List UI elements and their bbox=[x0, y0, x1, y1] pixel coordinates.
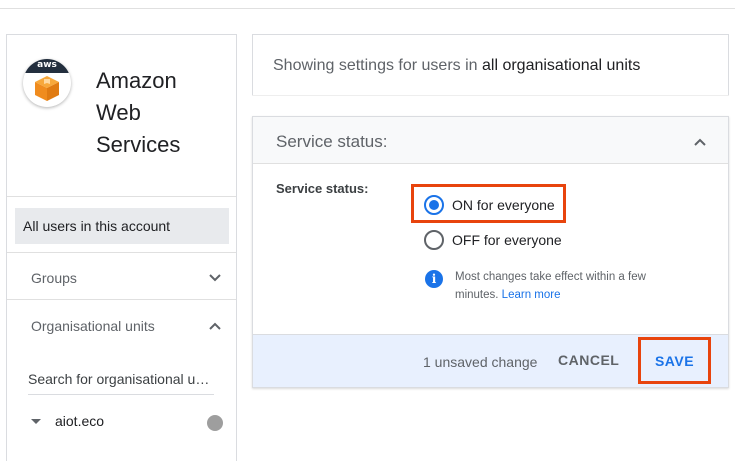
scope-banner: Showing settings for users in all organi… bbox=[252, 34, 729, 96]
sidebar-item-groups[interactable]: Groups bbox=[31, 270, 221, 286]
info-icon: i bbox=[425, 270, 443, 288]
chevron-up-icon[interactable] bbox=[692, 134, 708, 150]
org-units-label: Organisational units bbox=[31, 318, 155, 334]
top-divider bbox=[0, 8, 735, 9]
logo-text: aws bbox=[37, 60, 57, 70]
sidebar: aws Amazon Web Services All users in thi… bbox=[6, 34, 237, 461]
org-unit-label: aiot.eco bbox=[55, 413, 105, 429]
radio-button-unchecked[interactable] bbox=[424, 230, 444, 250]
sidebar-item-org-units[interactable]: Organisational units bbox=[31, 318, 221, 334]
groups-label: Groups bbox=[31, 270, 77, 286]
card-title: Service status: bbox=[276, 132, 388, 151]
cancel-button[interactable]: CANCEL bbox=[558, 352, 619, 368]
unsaved-changes-text: 1 unsaved change bbox=[423, 354, 538, 370]
org-unit-item[interactable]: aiot.eco bbox=[31, 413, 223, 433]
scope-prefix: Showing settings for users in bbox=[273, 57, 478, 74]
save-button[interactable]: SAVE bbox=[638, 337, 711, 384]
aws-logo-icon: aws bbox=[23, 59, 71, 107]
radio-label-off: OFF for everyone bbox=[452, 232, 562, 248]
scope-value: all organisational units bbox=[482, 57, 641, 74]
info-note: Most changes take effect within a few mi… bbox=[455, 268, 685, 304]
card-footer: 1 unsaved change CANCEL SAVE bbox=[253, 334, 728, 387]
learn-more-link[interactable]: Learn more bbox=[502, 289, 561, 301]
card-header[interactable]: Service status: bbox=[253, 117, 728, 164]
divider bbox=[7, 252, 236, 253]
expand-triangle-icon[interactable] bbox=[31, 419, 41, 424]
org-unit-search-input[interactable]: Search for organisational units bbox=[28, 371, 214, 395]
chevron-down-icon[interactable] bbox=[207, 270, 223, 286]
status-dot-icon bbox=[207, 415, 223, 431]
app-header: aws Amazon Web Services bbox=[7, 35, 236, 197]
service-status-card: Service status: Service status: ON for e… bbox=[252, 116, 729, 388]
chevron-up-icon[interactable] bbox=[207, 318, 223, 334]
sidebar-item-all-users[interactable]: All users in this account bbox=[15, 208, 229, 244]
divider bbox=[7, 299, 236, 300]
app-name: Amazon Web Services bbox=[96, 68, 181, 157]
service-status-label: Service status: bbox=[276, 181, 369, 196]
highlight-box bbox=[411, 184, 566, 223]
divider bbox=[252, 95, 729, 96]
